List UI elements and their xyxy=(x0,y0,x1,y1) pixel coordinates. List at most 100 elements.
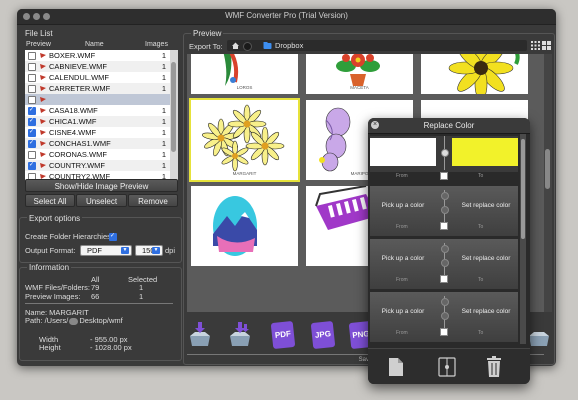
row-name: CASA18.WMF xyxy=(49,106,98,115)
export-to-label: Export To: xyxy=(189,42,223,51)
export-selected-icon[interactable] xyxy=(187,320,213,350)
trash-icon[interactable] xyxy=(486,356,502,378)
row-images: 1 xyxy=(161,128,166,137)
slider-knob[interactable] xyxy=(441,149,449,157)
row-checkbox[interactable] xyxy=(28,151,36,159)
slider-knob[interactable] xyxy=(441,312,449,320)
table-row[interactable]: CHICA1.WMF 1 xyxy=(25,116,170,127)
row-checkbox[interactable] xyxy=(28,63,36,71)
cell-caption: MARGARIT xyxy=(232,171,257,176)
table-row[interactable]: COUNTRY.WMF 1 xyxy=(25,160,170,171)
file-list-label: File List xyxy=(25,29,53,38)
preview-cell-sunflower[interactable] xyxy=(421,54,528,101)
medium-grid-icon[interactable] xyxy=(542,41,551,50)
show-hide-preview-button[interactable]: Show/Hide Image Preview xyxy=(25,179,178,192)
to-color-swatch[interactable] xyxy=(452,138,518,166)
export-path-bar[interactable]: Dropbox xyxy=(227,40,527,51)
slider-knob[interactable] xyxy=(441,298,449,306)
height-label: Height xyxy=(39,343,61,352)
replace-color-toolbar xyxy=(368,348,530,384)
set-replace-color-button[interactable]: Set replace color xyxy=(454,255,518,262)
table-row[interactable]: CABNIEVE.WMF 1 xyxy=(25,61,170,72)
row-checkbox[interactable] xyxy=(28,96,36,104)
table-row[interactable]: CISNE4.WMF 1 xyxy=(25,127,170,138)
from-label: From xyxy=(396,330,408,336)
set-replace-color-button[interactable]: Set replace color xyxy=(454,202,518,209)
scrollbar-thumb[interactable] xyxy=(545,149,550,189)
export-options-label: Export options xyxy=(27,214,83,223)
preview-cell-maceta[interactable]: MACETA xyxy=(306,54,413,94)
close-icon[interactable]: × xyxy=(371,121,379,129)
wmf-file-icon xyxy=(40,97,46,102)
file-list-scrollbar[interactable] xyxy=(170,50,178,184)
enable-checkbox[interactable] xyxy=(440,222,448,230)
row-name: CISNE4.WMF xyxy=(49,128,97,137)
color-pair-row-4: Pick up a color Set replace color From T… xyxy=(370,292,518,342)
row-images: 1 xyxy=(161,139,166,148)
slider-knob[interactable] xyxy=(441,245,449,253)
from-color-swatch[interactable] xyxy=(370,138,436,166)
new-document-icon[interactable] xyxy=(388,357,404,377)
jpg-format-button[interactable]: JPG xyxy=(310,320,336,350)
table-row[interactable]: CALENDUL.WMF 1 xyxy=(25,72,170,83)
preview-scrollbar[interactable] xyxy=(544,54,552,312)
row-checkbox[interactable] xyxy=(28,85,36,93)
replace-color-scrollbar[interactable] xyxy=(520,134,526,344)
grid-view-icon[interactable] xyxy=(531,41,540,50)
pdf-format-button[interactable]: PDF xyxy=(270,320,296,350)
scrollbar-thumb[interactable] xyxy=(521,139,525,239)
redacted-username xyxy=(69,317,79,325)
slider-knob[interactable] xyxy=(441,206,449,214)
scrollbar-thumb[interactable] xyxy=(171,62,176,152)
pick-color-button[interactable]: Pick up a color xyxy=(370,255,436,262)
row-checkbox-checked[interactable] xyxy=(28,139,36,148)
add-color-pair-icon[interactable] xyxy=(438,357,456,377)
wmf-file-icon xyxy=(40,141,46,146)
wmf-file-icon xyxy=(40,119,46,124)
enable-checkbox[interactable] xyxy=(440,172,448,180)
row-checkbox-checked[interactable] xyxy=(28,161,36,170)
slider-knob[interactable] xyxy=(441,192,449,200)
preview-cell-loros[interactable]: LOROS xyxy=(191,54,298,94)
table-row[interactable]: CASA18.WMF 1 xyxy=(25,105,170,116)
row-checkbox[interactable] xyxy=(28,74,36,82)
pick-color-button[interactable]: Pick up a color xyxy=(370,308,436,315)
row-checkbox-checked[interactable] xyxy=(28,117,36,126)
output-format-label: Output Format: xyxy=(25,246,76,255)
cell-caption: MACETA xyxy=(350,85,369,90)
unselect-button[interactable]: Unselect xyxy=(76,194,127,207)
path-prefix: Path: /Users/ xyxy=(25,316,69,325)
preview-images-all: 66 xyxy=(91,292,100,301)
set-replace-color-button[interactable]: Set replace color xyxy=(454,308,518,315)
row-name: CALENDUL.WMF xyxy=(49,73,110,82)
table-row[interactable]: BOXER.WMF 1 xyxy=(25,50,170,61)
table-row[interactable]: CARRETER.WMF 1 xyxy=(25,83,170,94)
remove-button[interactable]: Remove xyxy=(128,194,178,207)
table-row[interactable]: CONCHAS1.WMF 1 xyxy=(25,138,170,149)
enable-checkbox[interactable] xyxy=(440,328,448,336)
column-images[interactable]: Images xyxy=(145,41,168,48)
pick-color-button[interactable]: Pick up a color xyxy=(370,202,436,209)
column-preview[interactable]: Preview xyxy=(26,41,51,48)
dpi-select[interactable]: 150 ▼ xyxy=(135,245,163,256)
table-row[interactable]: CORONAS.WMF 1 xyxy=(25,149,170,160)
select-all-button[interactable]: Select All xyxy=(25,194,75,207)
preview-cell-mountain[interactable] xyxy=(191,186,298,266)
row-checkbox-checked[interactable] xyxy=(28,106,36,115)
title-bar: WMF Converter Pro (Trial Version) xyxy=(17,9,556,25)
slider-knob[interactable] xyxy=(441,259,449,267)
format-select[interactable]: PDF ▼ xyxy=(80,245,132,256)
row-name: BOXER.WMF xyxy=(49,51,96,60)
create-folder-checkbox[interactable] xyxy=(109,232,117,241)
row-checkbox[interactable] xyxy=(28,52,36,60)
table-row-selected[interactable] xyxy=(25,94,170,105)
preview-cell-margarit[interactable]: MARGARIT xyxy=(189,98,300,182)
file-list-table[interactable]: BOXER.WMF 1 CABNIEVE.WMF 1 CALENDUL.WMF 1 C… xyxy=(25,50,170,184)
row-checkbox-checked[interactable] xyxy=(28,128,36,137)
enable-checkbox[interactable] xyxy=(440,275,448,283)
height-value: - 1028.00 px xyxy=(90,343,132,352)
wmf-file-icon xyxy=(40,130,46,135)
preview-images-label: Preview Images: xyxy=(25,292,81,301)
export-all-icon[interactable] xyxy=(227,320,253,350)
column-name[interactable]: Name xyxy=(85,41,104,48)
